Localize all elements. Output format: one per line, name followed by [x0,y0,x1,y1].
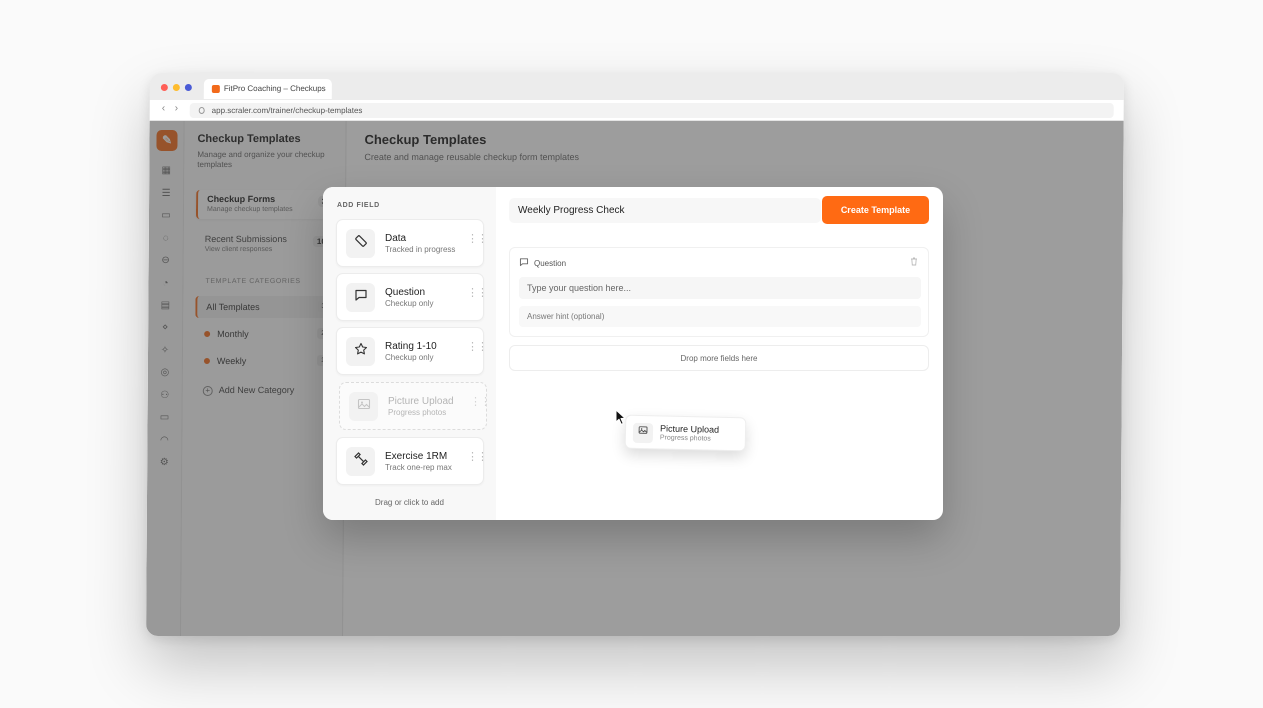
field-option-data[interactable]: Data Tracked in progress ⋮⋮ [336,219,488,267]
add-field-panel: ADD FIELD Data Tracked in progress ⋮⋮ Qu… [323,187,496,520]
star-icon [346,337,375,366]
drag-handle-icon[interactable]: ⋮⋮ [467,234,488,245]
browser-tab[interactable]: FitPro Coaching – Checkups [203,79,332,99]
drag-handle-icon[interactable]: ⋮⋮ [467,342,488,353]
question-field-label: Question [534,259,567,268]
drag-preview-picture-upload[interactable]: Picture Upload Progress photos [624,414,747,452]
drop-zone[interactable]: Drop more fields here [509,345,929,371]
field-label: Picture Upload [388,396,454,407]
lock-icon [198,107,205,114]
forward-arrow-icon[interactable]: › [175,103,178,114]
add-field-heading: ADD FIELD [337,202,380,209]
field-subtext: Checkup only [385,353,434,362]
mouse-cursor-icon [615,409,626,425]
back-arrow-icon[interactable]: ‹ [162,103,165,114]
url-text: app.scraler.com/trainer/checkup-template… [211,106,363,115]
answer-hint-input[interactable] [519,306,921,327]
url-bar: ‹ › app.scraler.com/trainer/checkup-temp… [149,100,1124,121]
title-bar: FitPro Coaching – Checkups [149,73,1124,100]
field-option-picture-upload[interactable]: Picture Upload Progress photos ⋮⋮ [339,382,491,430]
field-option-rating[interactable]: Rating 1-10 Checkup only ⋮⋮ [336,327,488,375]
image-icon [349,392,378,421]
field-option-question[interactable]: Question Checkup only ⋮⋮ [336,273,488,321]
drag-handle-icon[interactable]: ⋮⋮ [467,452,488,463]
field-subtext: Tracked in progress [385,245,456,254]
drag-handle-icon[interactable]: ⋮⋮ [467,288,488,299]
field-option-exercise-1rm[interactable]: Exercise 1RM Track one-rep max ⋮⋮ [336,437,488,485]
question-field-card: Question [509,247,929,337]
trash-icon[interactable] [910,257,918,268]
drag-preview-subtext: Progress photos [659,434,711,443]
field-label: Exercise 1RM [385,451,448,462]
template-name-input[interactable] [509,198,821,223]
field-label: Rating 1-10 [385,341,437,352]
drag-handle-icon[interactable]: ⋮⋮ [470,397,491,408]
field-label: Data [385,233,407,244]
speech-bubble-icon [346,283,375,312]
create-template-button[interactable]: Create Template [822,196,929,224]
favicon-icon [211,85,220,93]
field-subtext: Track one-rep max [385,463,452,472]
minimize-window-button[interactable] [172,84,180,91]
field-label: Question [385,287,426,298]
template-builder-modal: ADD FIELD Data Tracked in progress ⋮⋮ Qu… [323,187,943,520]
close-window-button[interactable] [160,84,168,91]
field-subtext: Checkup only [385,299,434,308]
address-field[interactable]: app.scraler.com/trainer/checkup-template… [189,103,1114,118]
ruler-icon [346,229,375,258]
dumbbell-icon [346,447,375,476]
tab-title: FitPro Coaching – Checkups [223,84,326,93]
maximize-window-button[interactable] [184,84,192,91]
field-subtext: Progress photos [388,408,447,417]
drag-hint: Drag or click to add [375,498,444,507]
image-icon [632,422,654,444]
question-text-input[interactable] [519,277,921,299]
speech-bubble-icon [519,257,529,269]
drag-preview-label: Picture Upload [659,423,720,435]
